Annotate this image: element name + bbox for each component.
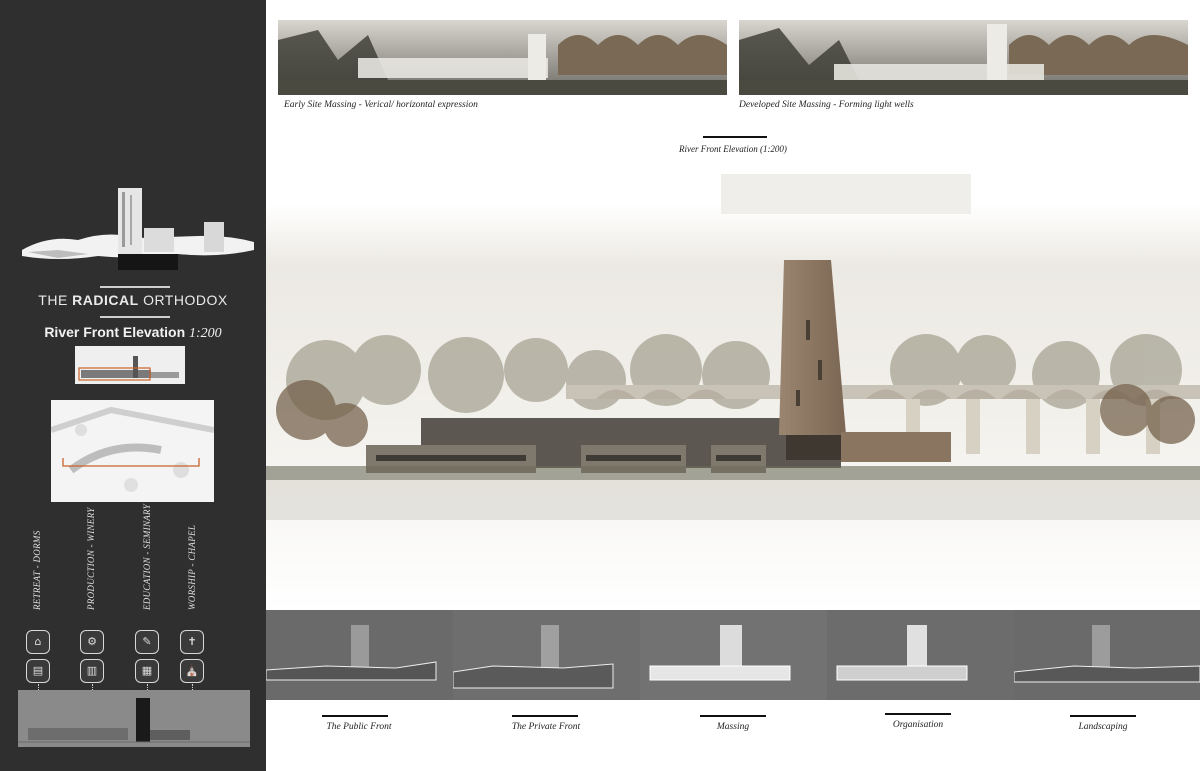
worship-icon: ✝	[180, 630, 204, 654]
seminary-icon: ▦	[135, 659, 159, 683]
elevation-subtitle: River Front Elevation 1:200	[44, 324, 222, 341]
title-rule-top	[100, 286, 170, 288]
strip-label-landscaping: Landscaping	[1078, 722, 1128, 732]
education-icon: ✎	[135, 630, 159, 654]
elevation-title-rule	[703, 136, 767, 138]
early-site-massing-photo	[278, 20, 727, 95]
landscaping-diagram	[1014, 610, 1200, 700]
massing-diagram	[640, 610, 827, 700]
project-title: THE RADICAL ORTHODOX	[38, 292, 228, 308]
strip-label-public-front: The Public Front	[326, 722, 392, 732]
strip-rule	[512, 715, 578, 717]
mini-elevation-key	[75, 346, 185, 384]
developed-site-massing-photo	[739, 20, 1188, 95]
program-label-retreat: RETREAT - DORMS	[32, 530, 42, 611]
strip-rule	[885, 713, 951, 715]
early-site-massing-caption: Early Site Massing - Verical/ horizontal…	[284, 100, 478, 110]
strip-rule	[322, 715, 388, 717]
program-label-worship: WORSHIP - CHAPEL	[187, 524, 197, 610]
river-front-elevation-render	[266, 174, 1200, 610]
chapel-icon: ⛪	[180, 659, 204, 683]
organisation-diagram	[827, 610, 1014, 700]
dorms-icon: ▤	[26, 659, 50, 683]
strip-rule	[1070, 715, 1136, 717]
title-rule-bottom	[100, 316, 170, 318]
program-elevation-diagram	[18, 690, 250, 747]
strip-label-private-front: The Private Front	[511, 722, 581, 732]
production-icon: ⚙	[80, 630, 104, 654]
elevation-caption: River Front Elevation (1:200)	[679, 144, 787, 154]
main-panel: Early Site Massing - Verical/ horizontal…	[266, 0, 1200, 771]
program-label-education: EDUCATION - SEMINARY	[142, 504, 152, 610]
winery-icon: ▥	[80, 659, 104, 683]
program-label-production: PRODUCTION - WINERY	[86, 507, 96, 610]
strip-label-massing: Massing	[716, 722, 750, 732]
strip-rule	[700, 715, 766, 717]
developed-site-massing-caption: Developed Site Massing - Forming light w…	[739, 100, 914, 110]
collage-logo-image	[22, 188, 254, 270]
sidebar: THE RADICAL ORTHODOX River Front Elevati…	[0, 0, 266, 771]
strip-label-organisation: Organisation	[892, 720, 944, 730]
public-front-diagram	[266, 610, 453, 700]
retreat-icon: ⌂	[26, 630, 50, 654]
site-plan-image	[51, 400, 214, 502]
private-front-diagram	[453, 610, 640, 700]
